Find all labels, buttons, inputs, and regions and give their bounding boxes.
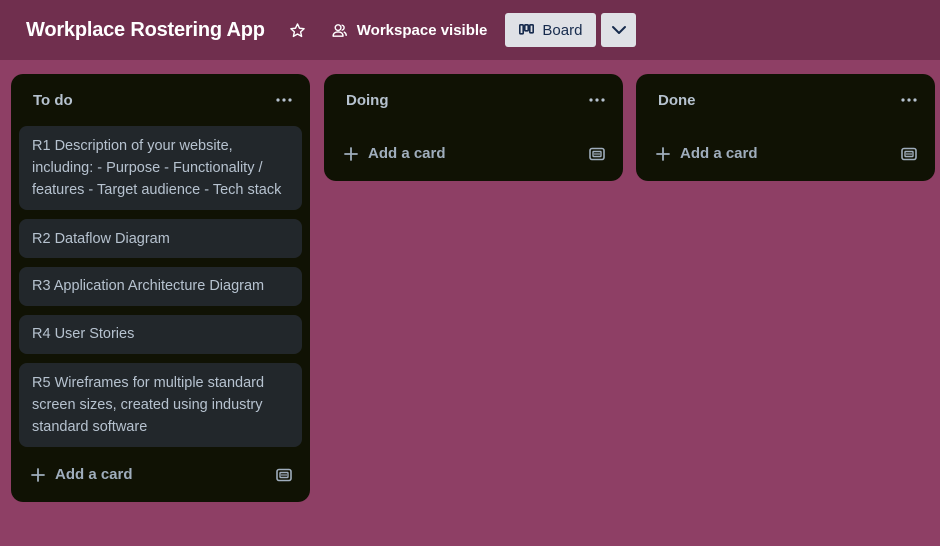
list-header: To do xyxy=(11,74,310,126)
card-r1[interactable]: R1 Description of your website, includin… xyxy=(19,126,302,210)
list-title[interactable]: To do xyxy=(33,92,73,109)
list-to-do: To do R1 Description of your website, in… xyxy=(11,74,310,502)
more-icon[interactable] xyxy=(583,86,611,114)
board-icon xyxy=(519,23,535,35)
star-icon[interactable] xyxy=(289,21,307,39)
more-icon[interactable] xyxy=(895,86,923,114)
card-r4[interactable]: R4 User Stories xyxy=(19,315,302,354)
board-header: Workplace Rostering App Workspace visibl… xyxy=(0,0,940,60)
list-title[interactable]: Doing xyxy=(346,92,389,109)
workspace-visible-label: Workspace visible xyxy=(356,21,488,39)
list-footer: Add a card xyxy=(11,447,310,502)
plus-icon xyxy=(656,146,670,161)
chevron-down-icon xyxy=(611,26,626,34)
card-template-icon[interactable] xyxy=(899,144,919,164)
card-list: R1 Description of your website, includin… xyxy=(11,126,310,447)
board-title[interactable]: Workplace Rostering App xyxy=(26,19,265,42)
people-icon xyxy=(332,23,347,37)
add-card-button[interactable]: Add a card xyxy=(344,145,446,162)
card-r5[interactable]: R5 Wireframes for multiple standard scre… xyxy=(19,363,302,447)
add-card-button[interactable]: Add a card xyxy=(656,145,758,162)
more-icon[interactable] xyxy=(270,86,298,114)
board-view-button[interactable]: Board xyxy=(505,13,597,47)
list-title[interactable]: Done xyxy=(658,92,696,109)
card-r2[interactable]: R2 Dataflow Diagram xyxy=(19,219,302,258)
view-switcher-button[interactable] xyxy=(601,13,637,47)
card-template-icon[interactable] xyxy=(274,465,294,485)
card-r3[interactable]: R3 Application Architecture Diagram xyxy=(19,267,302,306)
list-footer: Add a card xyxy=(636,126,935,181)
card-template-icon[interactable] xyxy=(587,144,607,164)
add-card-label: Add a card xyxy=(368,145,446,162)
add-card-button[interactable]: Add a card xyxy=(31,466,133,483)
add-card-label: Add a card xyxy=(680,145,758,162)
plus-icon xyxy=(31,467,45,482)
list-header: Doing xyxy=(324,74,623,126)
list-footer: Add a card xyxy=(324,126,623,181)
list-header: Done xyxy=(636,74,935,126)
plus-icon xyxy=(344,146,358,161)
board-view-label: Board xyxy=(542,21,583,39)
list-doing: Doing Add a card xyxy=(324,74,623,181)
workspace-visible-button[interactable]: Workspace visible xyxy=(325,13,494,47)
list-done: Done Add a card xyxy=(636,74,935,181)
add-card-label: Add a card xyxy=(55,466,133,483)
